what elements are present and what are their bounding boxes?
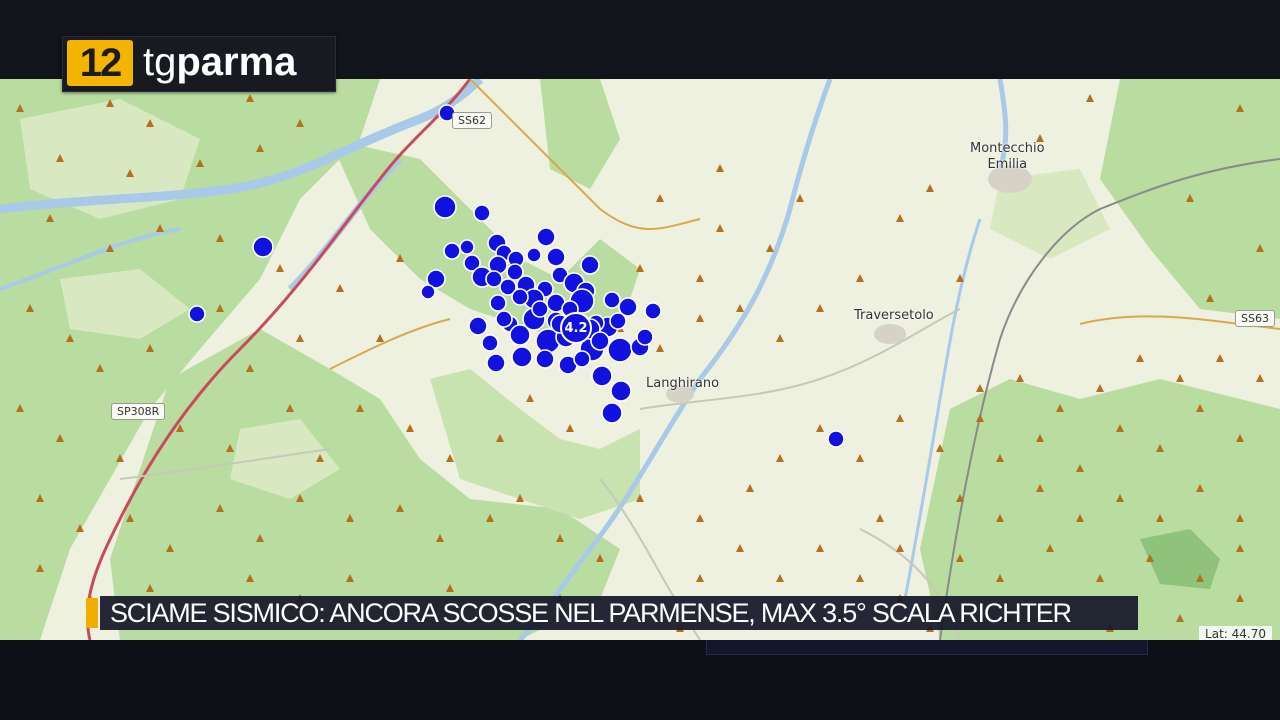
station-triangle xyxy=(816,424,824,432)
ticker-box: SCIAME SISMICO: ANCORA SCOSSE NEL PARMEN… xyxy=(100,596,1138,630)
earthquake-event-marker[interactable] xyxy=(420,284,436,300)
earthquake-event-marker[interactable] xyxy=(495,310,513,328)
road-shield-sp308r: SP308R xyxy=(111,403,166,420)
earthquake-event-marker[interactable] xyxy=(636,328,654,346)
road-shield-ss62: SS62 xyxy=(452,112,492,129)
channel-logo: 12 tgparma xyxy=(62,36,336,92)
station-triangle xyxy=(276,264,284,272)
station-triangle xyxy=(896,414,904,422)
earthquake-event-marker[interactable] xyxy=(580,255,600,275)
station-triangle xyxy=(1096,384,1104,392)
station-triangle xyxy=(776,574,784,582)
station-triangle xyxy=(526,394,534,402)
earthquake-event-marker[interactable] xyxy=(433,195,457,219)
station-triangle xyxy=(1016,374,1024,382)
station-triangle xyxy=(1256,374,1264,382)
station-triangle xyxy=(656,344,664,352)
seismic-map[interactable]: 4.2 Montecchio Emilia Traversetolo Langhi… xyxy=(0,79,1280,640)
station-triangle xyxy=(776,334,784,342)
logo-wordmark: tgparma xyxy=(143,39,296,85)
logo-number: 12 xyxy=(67,40,133,86)
station-triangle xyxy=(716,224,724,232)
headline-text: SCIAME SISMICO: ANCORA SCOSSE NEL PARMEN… xyxy=(110,598,1072,628)
station-triangle xyxy=(1176,374,1184,382)
earthquake-event-marker[interactable] xyxy=(573,350,591,368)
station-triangle xyxy=(776,454,784,462)
station-triangle xyxy=(1216,354,1224,362)
station-triangle xyxy=(856,274,864,282)
station-triangle xyxy=(736,304,744,312)
station-triangle xyxy=(446,454,454,462)
station-triangle xyxy=(856,454,864,462)
earthquake-event-marker[interactable] xyxy=(610,380,632,402)
station-triangle xyxy=(816,544,824,552)
place-traversetolo: Traversetolo xyxy=(854,308,934,323)
station-triangle xyxy=(1136,354,1144,362)
earthquake-event-marker[interactable] xyxy=(536,227,556,247)
station-triangle xyxy=(766,244,774,252)
earthquake-event-marker[interactable] xyxy=(459,239,475,255)
earthquake-event-marker[interactable] xyxy=(526,247,542,263)
earthquake-event-marker[interactable] xyxy=(591,365,613,387)
station-triangle xyxy=(566,424,574,432)
earthquake-event-marker[interactable] xyxy=(827,430,845,448)
forest-areas xyxy=(0,79,1280,640)
logo-parma: parma xyxy=(176,40,297,84)
earthquake-event-marker[interactable] xyxy=(609,312,627,330)
earthquake-event-marker[interactable] xyxy=(603,291,621,309)
ticker-accent xyxy=(86,598,98,628)
station-triangle xyxy=(926,184,934,192)
map-canvas: 4.2 xyxy=(0,79,1280,640)
coordinate-readout: Lat: 44.70 xyxy=(1199,626,1272,640)
station-triangle xyxy=(696,514,704,522)
station-triangle xyxy=(896,214,904,222)
station-triangle xyxy=(696,574,704,582)
station-triangle xyxy=(1086,94,1094,102)
station-triangle xyxy=(696,274,704,282)
station-triangle xyxy=(736,544,744,552)
earthquake-event-marker[interactable] xyxy=(473,204,491,222)
earthquake-event-marker[interactable] xyxy=(531,300,549,318)
station-triangle xyxy=(856,574,864,582)
earthquake-event-marker[interactable] xyxy=(511,346,533,368)
earthquake-event-marker[interactable] xyxy=(546,247,566,267)
station-triangle xyxy=(876,514,884,522)
earthquake-event-marker[interactable] xyxy=(644,302,662,320)
earthquake-event-marker[interactable] xyxy=(607,337,633,363)
max-magnitude-label: 4.2 xyxy=(564,321,587,336)
earthquake-event-marker[interactable] xyxy=(468,316,488,336)
logo-tg: tg xyxy=(143,40,177,84)
bottom-bar xyxy=(0,640,1280,720)
earthquake-event-marker[interactable] xyxy=(601,402,623,424)
station-triangle xyxy=(716,164,724,172)
road-shield-ss63: SS63 xyxy=(1235,310,1275,327)
earthquake-event-marker[interactable] xyxy=(535,349,555,369)
broadcast-frame: 4.2 Montecchio Emilia Traversetolo Langhi… xyxy=(0,0,1280,720)
station-triangle xyxy=(656,194,664,202)
place-langhirano: Langhirano xyxy=(646,376,720,391)
earthquake-event-marker[interactable] xyxy=(486,353,506,373)
station-triangle xyxy=(796,194,804,202)
station-triangle xyxy=(896,544,904,552)
station-triangle xyxy=(336,284,344,292)
station-triangle xyxy=(406,424,414,432)
station-triangle xyxy=(976,384,984,392)
earthquake-event-marker[interactable] xyxy=(188,305,206,323)
earthquake-event-marker[interactable] xyxy=(481,334,499,352)
station-triangle xyxy=(696,314,704,322)
earthquake-event-marker[interactable] xyxy=(443,242,461,260)
map-scale-bar xyxy=(706,640,1148,655)
station-triangle xyxy=(296,334,304,342)
place-montecchio-emilia: Montecchio Emilia xyxy=(970,141,1045,172)
station-triangle xyxy=(816,304,824,312)
earthquake-event-marker[interactable] xyxy=(590,331,610,351)
station-triangle xyxy=(746,484,754,492)
earthquake-event-marker[interactable] xyxy=(511,288,529,306)
station-triangle xyxy=(376,334,384,342)
headline-ticker: SCIAME SISMICO: ANCORA SCOSSE NEL PARMEN… xyxy=(86,596,1138,630)
earthquake-event-marker[interactable] xyxy=(252,236,274,258)
earthquake-event-marker[interactable] xyxy=(489,294,507,312)
